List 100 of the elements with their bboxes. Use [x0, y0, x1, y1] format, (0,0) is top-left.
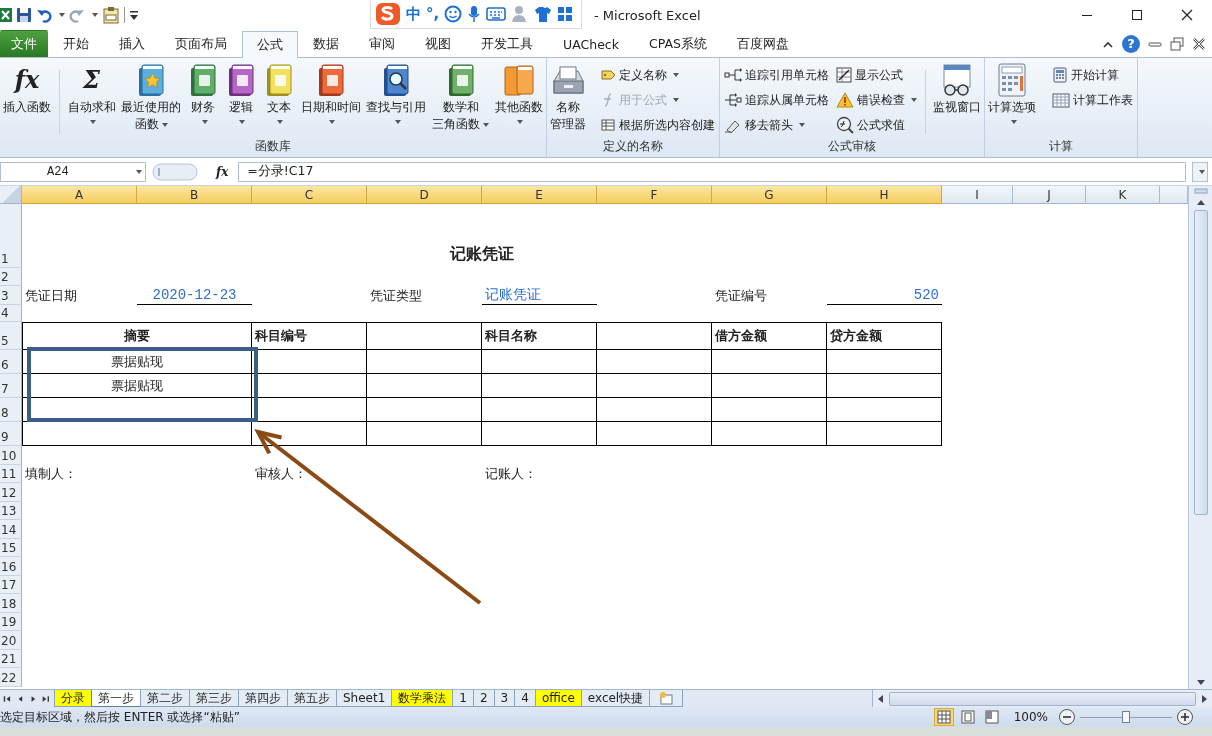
row-header[interactable]: 4 — [0, 305, 22, 322]
column-header[interactable]: B — [137, 186, 252, 204]
zoom-in-icon[interactable] — [1176, 708, 1194, 726]
save-icon[interactable] — [16, 7, 32, 23]
column-header[interactable]: F — [597, 186, 712, 204]
row-header[interactable]: 3 — [0, 286, 22, 305]
row-header[interactable]: 9 — [0, 422, 22, 446]
ribbon-tab[interactable]: 开始 — [48, 31, 104, 57]
grid-icon[interactable] — [557, 6, 574, 22]
column-header[interactable]: J — [1013, 186, 1086, 204]
horizontal-scrollbar[interactable] — [872, 690, 1212, 707]
sheet-tab[interactable]: 1 — [452, 690, 474, 707]
ribbon-button[interactable]: 文本 — [261, 60, 296, 138]
sheet-tab[interactable]: 分录 — [54, 690, 92, 707]
row-header[interactable]: 20 — [0, 631, 22, 650]
sheet-tab[interactable]: 4 — [514, 690, 536, 707]
row-header[interactable]: 16 — [0, 557, 22, 576]
row-header[interactable]: 10 — [0, 446, 22, 465]
scroll-up-icon[interactable] — [1195, 198, 1206, 206]
view-button[interactable] — [933, 708, 954, 726]
row-header[interactable]: 1 — [0, 204, 22, 268]
ribbon-tab[interactable]: 百度网盘 — [721, 31, 804, 57]
ribbon-button[interactable]: 查找与引用 — [365, 60, 428, 138]
sheet-tab[interactable]: excel快捷 — [580, 690, 651, 707]
ribbon-button[interactable]: 追踪引用单元格 — [722, 64, 831, 86]
ribbon-button[interactable]: 最近使用的 函数 — [120, 60, 183, 138]
ribbon-button[interactable]: 日期和时间 — [299, 60, 362, 138]
restore-icon[interactable] — [1170, 37, 1184, 51]
customize-icon[interactable] — [129, 9, 139, 21]
scroll-left-icon[interactable] — [876, 693, 886, 704]
scroll-down-icon[interactable] — [1195, 679, 1206, 687]
sheet-tab[interactable]: 第二步 — [140, 690, 190, 707]
split-handle-icon[interactable] — [1193, 188, 1208, 194]
sheet-tab[interactable]: 第四步 — [238, 690, 288, 707]
collapse-ribbon-icon[interactable] — [1102, 39, 1114, 49]
ribbon-tab[interactable]: 审阅 — [354, 31, 410, 57]
sheet-tab[interactable]: 3 — [493, 690, 516, 707]
expand-formula-button[interactable] — [1192, 161, 1208, 182]
row-header[interactable]: 14 — [0, 520, 22, 539]
ribbon-button[interactable]: 错误检查 — [834, 89, 919, 111]
sheet-tab[interactable]: Sheet1 — [336, 690, 393, 707]
row-header[interactable]: 12 — [0, 483, 22, 502]
slider-thumb[interactable] — [1122, 711, 1130, 723]
sheet-tab[interactable]: 第三步 — [189, 690, 239, 707]
column-header[interactable]: I — [942, 186, 1013, 204]
ribbon-button[interactable]: 开始计算 — [1050, 64, 1135, 86]
ribbon-tab[interactable]: 开发工具 — [466, 31, 548, 57]
ribbon-button[interactable]: fx 插入函数 — [2, 60, 52, 138]
clipboard-icon[interactable] — [102, 6, 120, 24]
zoom-level[interactable]: 100% — [1013, 710, 1048, 724]
row-header[interactable]: 18 — [0, 594, 22, 613]
shirt-icon[interactable] — [534, 5, 553, 23]
ribbon-button[interactable]: 定义名称 — [598, 64, 717, 86]
ribbon-button[interactable]: 其他函数 — [493, 60, 544, 138]
row-header[interactable]: 5 — [0, 322, 22, 350]
ribbon-button[interactable]: Σ 自动求和 — [66, 60, 117, 138]
ribbon-tab[interactable]: CPAS系统 — [633, 31, 722, 57]
microphone-icon[interactable] — [467, 5, 482, 23]
ribbon-tab[interactable]: UACheck — [548, 31, 634, 57]
ribbon-button[interactable]: 追踪从属单元格 — [722, 89, 831, 111]
ribbon-tab[interactable]: 公式 — [242, 31, 298, 58]
scroll-thumb[interactable] — [889, 691, 1196, 706]
smiley-icon[interactable] — [444, 5, 463, 23]
splitter-handle-icon[interactable] — [152, 162, 198, 181]
ribbon-button[interactable]: 逻辑 — [224, 60, 258, 138]
row-header[interactable]: 22 — [0, 668, 22, 687]
help-button[interactable]: ? — [1122, 35, 1140, 53]
scroll-thumb[interactable] — [1193, 210, 1208, 515]
ribbon-button[interactable]: 移去箭头 — [722, 114, 831, 136]
insert-sheet-button[interactable] — [649, 690, 684, 707]
app-icon[interactable] — [0, 7, 12, 23]
name-box[interactable]: A24 — [0, 161, 146, 182]
ribbon-button[interactable]: 财务 — [186, 60, 221, 138]
ribbon-button[interactable]: 显示公式 — [834, 64, 919, 86]
close-icon[interactable] — [1192, 37, 1206, 51]
sheet-tab[interactable]: 2 — [472, 690, 495, 707]
ribbon-button[interactable]: 根据所选内容创建 — [598, 114, 717, 136]
ribbon-tab[interactable]: 插入 — [104, 31, 160, 57]
column-header[interactable]: K — [1086, 186, 1160, 204]
keyboard-icon[interactable] — [486, 6, 507, 22]
row-header[interactable]: 7 — [0, 374, 22, 398]
file-tab[interactable]: 文件 — [0, 30, 48, 57]
row-header[interactable]: 2 — [0, 268, 22, 286]
insert-function-button[interactable]: fx — [212, 164, 233, 179]
ribbon-tab[interactable]: 页面布局 — [160, 31, 242, 57]
column-header[interactable]: D — [367, 186, 482, 204]
undo-icon[interactable] — [36, 7, 52, 23]
column-header[interactable]: C — [252, 186, 367, 204]
sheet-tab[interactable]: 数学乘法 — [391, 690, 454, 707]
row-header[interactable]: 8 — [0, 398, 22, 422]
sheet-tab[interactable]: 第五步 — [287, 690, 337, 707]
sheet-tab[interactable]: 第一步 — [91, 690, 141, 707]
ribbon-button[interactable]: 监视窗口 — [932, 60, 982, 138]
ribbon-tab[interactable]: 数据 — [298, 31, 354, 57]
ribbon-button[interactable]: 数学和 三角函数 — [431, 60, 491, 138]
scroll-right-icon[interactable] — [1199, 693, 1209, 704]
ribbon-tab[interactable]: 视图 — [410, 31, 466, 57]
ribbon-button[interactable]: 计算工作表 — [1050, 89, 1135, 111]
ribbon-button[interactable]: 计算选项 — [987, 60, 1037, 138]
column-header[interactable]: H — [827, 186, 942, 204]
